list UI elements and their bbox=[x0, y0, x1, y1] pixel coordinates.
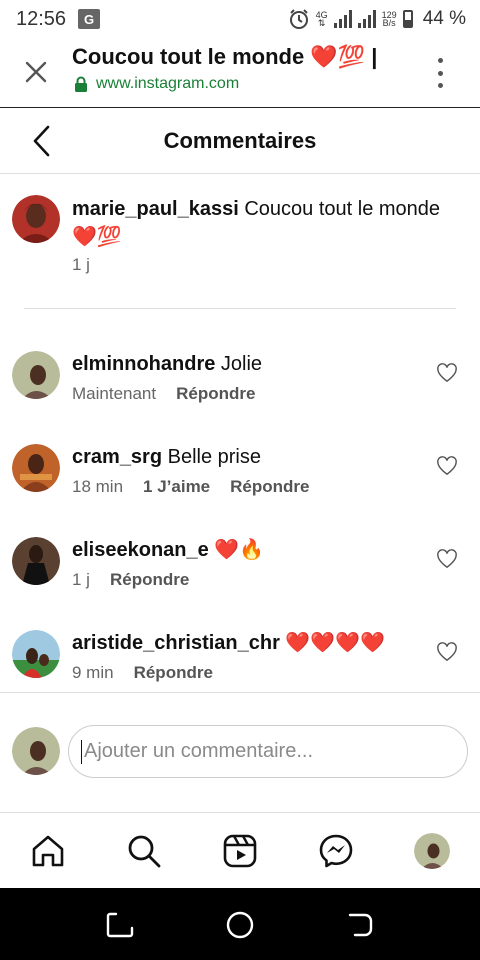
browser-url[interactable]: www.instagram.com bbox=[74, 75, 239, 93]
comment-item: elminnohandre Jolie Maintenant Répondre bbox=[0, 351, 480, 444]
browser-bar: Coucou tout le monde ❤️💯 | www.instagram… bbox=[0, 38, 480, 108]
post-caption: marie_paul_kassi Coucou tout le monde ❤️… bbox=[0, 175, 480, 308]
comment-username[interactable]: elminnohandre bbox=[72, 353, 215, 375]
caption-text: marie_paul_kassi Coucou tout le monde ❤️… bbox=[72, 195, 462, 251]
comment-composer bbox=[0, 692, 480, 813]
signal-icon-2 bbox=[357, 10, 376, 28]
comment-username[interactable]: aristide_christian_chr bbox=[72, 632, 280, 654]
comment-line: aristide_christian_chr ❤️❤️❤️❤️ bbox=[72, 630, 432, 656]
avatar bbox=[12, 727, 60, 775]
caption-username[interactable]: marie_paul_kassi bbox=[72, 198, 239, 220]
close-icon[interactable] bbox=[22, 58, 50, 86]
profile-avatar bbox=[414, 832, 450, 869]
system-nav-bar bbox=[0, 888, 480, 960]
comment-input[interactable] bbox=[84, 740, 467, 763]
comment-field[interactable] bbox=[68, 725, 468, 778]
alarm-icon bbox=[289, 9, 308, 29]
comment-item: cram_srg Belle prise 18 min 1 J’aime Rép… bbox=[0, 444, 480, 537]
comment-text: ❤️🔥 bbox=[208, 539, 265, 561]
comment-item: eliseekonan_e ❤️🔥 1 j Répondre bbox=[0, 537, 480, 630]
page-title: Commentaires bbox=[163, 128, 317, 153]
more-options-icon[interactable] bbox=[432, 58, 448, 88]
comment-line: cram_srg Belle prise bbox=[72, 444, 432, 470]
reply-button[interactable]: Répondre bbox=[176, 384, 255, 404]
home-button-icon[interactable] bbox=[225, 910, 255, 940]
comment-time: 1 j bbox=[72, 570, 90, 589]
comment-meta: 1 j Répondre bbox=[72, 570, 189, 590]
reply-button[interactable]: Répondre bbox=[110, 570, 189, 590]
status-bar: 12:56 G 4G ⇅ 129 B/s 44 % bbox=[0, 0, 480, 38]
nav-profile[interactable] bbox=[384, 813, 480, 888]
page-header: Commentaires bbox=[0, 108, 480, 174]
battery-percent: 44 % bbox=[422, 8, 466, 29]
comment-text: ❤️❤️❤️❤️ bbox=[279, 632, 386, 654]
signal-icon bbox=[333, 10, 352, 28]
avatar[interactable] bbox=[12, 630, 60, 678]
nav-reels[interactable] bbox=[192, 813, 288, 888]
translate-icon: G bbox=[78, 9, 101, 29]
like-heart-icon[interactable] bbox=[436, 549, 458, 569]
bottom-nav bbox=[0, 813, 480, 888]
comment-line: eliseekonan_e ❤️🔥 bbox=[72, 537, 432, 563]
comment-meta: 18 min 1 J’aime Répondre bbox=[72, 477, 309, 497]
messenger-icon bbox=[319, 834, 353, 867]
avatar[interactable] bbox=[12, 195, 60, 243]
comment-time: 9 min bbox=[72, 663, 114, 682]
status-time: 12:56 bbox=[16, 7, 67, 30]
divider bbox=[24, 308, 456, 309]
avatar[interactable] bbox=[12, 537, 60, 585]
home-icon bbox=[32, 835, 64, 866]
caption-time: 1 j bbox=[72, 255, 90, 274]
avatar[interactable] bbox=[12, 444, 60, 492]
search-icon bbox=[128, 835, 161, 867]
comment-username[interactable]: eliseekonan_e bbox=[72, 539, 209, 561]
recents-icon[interactable] bbox=[105, 910, 135, 940]
comment-meta: Maintenant Répondre bbox=[72, 384, 255, 404]
reply-button[interactable]: Répondre bbox=[134, 663, 213, 683]
nav-messenger[interactable] bbox=[288, 813, 384, 888]
like-heart-icon[interactable] bbox=[436, 642, 458, 662]
comment-text: Belle prise bbox=[162, 446, 261, 468]
comment-time: 18 min bbox=[72, 477, 124, 496]
avatar[interactable] bbox=[12, 351, 60, 399]
likes-count[interactable]: 1 J’aime bbox=[143, 477, 210, 497]
nav-home[interactable] bbox=[0, 813, 96, 888]
comment-username[interactable]: cram_srg bbox=[72, 446, 162, 468]
battery-icon bbox=[402, 10, 413, 28]
network-speed: 129 B/s bbox=[381, 10, 397, 28]
text-caret bbox=[81, 739, 82, 764]
lock-icon bbox=[75, 76, 87, 92]
like-heart-icon[interactable] bbox=[436, 456, 458, 476]
comment-line: elminnohandre Jolie bbox=[72, 351, 432, 377]
network-type: 4G ⇅ bbox=[315, 10, 328, 28]
comment-text: Jolie bbox=[215, 353, 263, 375]
url-text: www.instagram.com bbox=[96, 75, 240, 92]
nav-search[interactable] bbox=[96, 813, 192, 888]
comment-meta: 9 min Répondre bbox=[72, 663, 213, 683]
back-button-icon[interactable] bbox=[345, 910, 375, 940]
browser-page-title: Coucou tout le monde ❤️💯 | bbox=[72, 44, 378, 69]
reply-button[interactable]: Répondre bbox=[230, 477, 309, 497]
reels-icon bbox=[223, 834, 257, 867]
like-heart-icon[interactable] bbox=[436, 363, 458, 383]
comment-time: Maintenant bbox=[72, 384, 157, 403]
